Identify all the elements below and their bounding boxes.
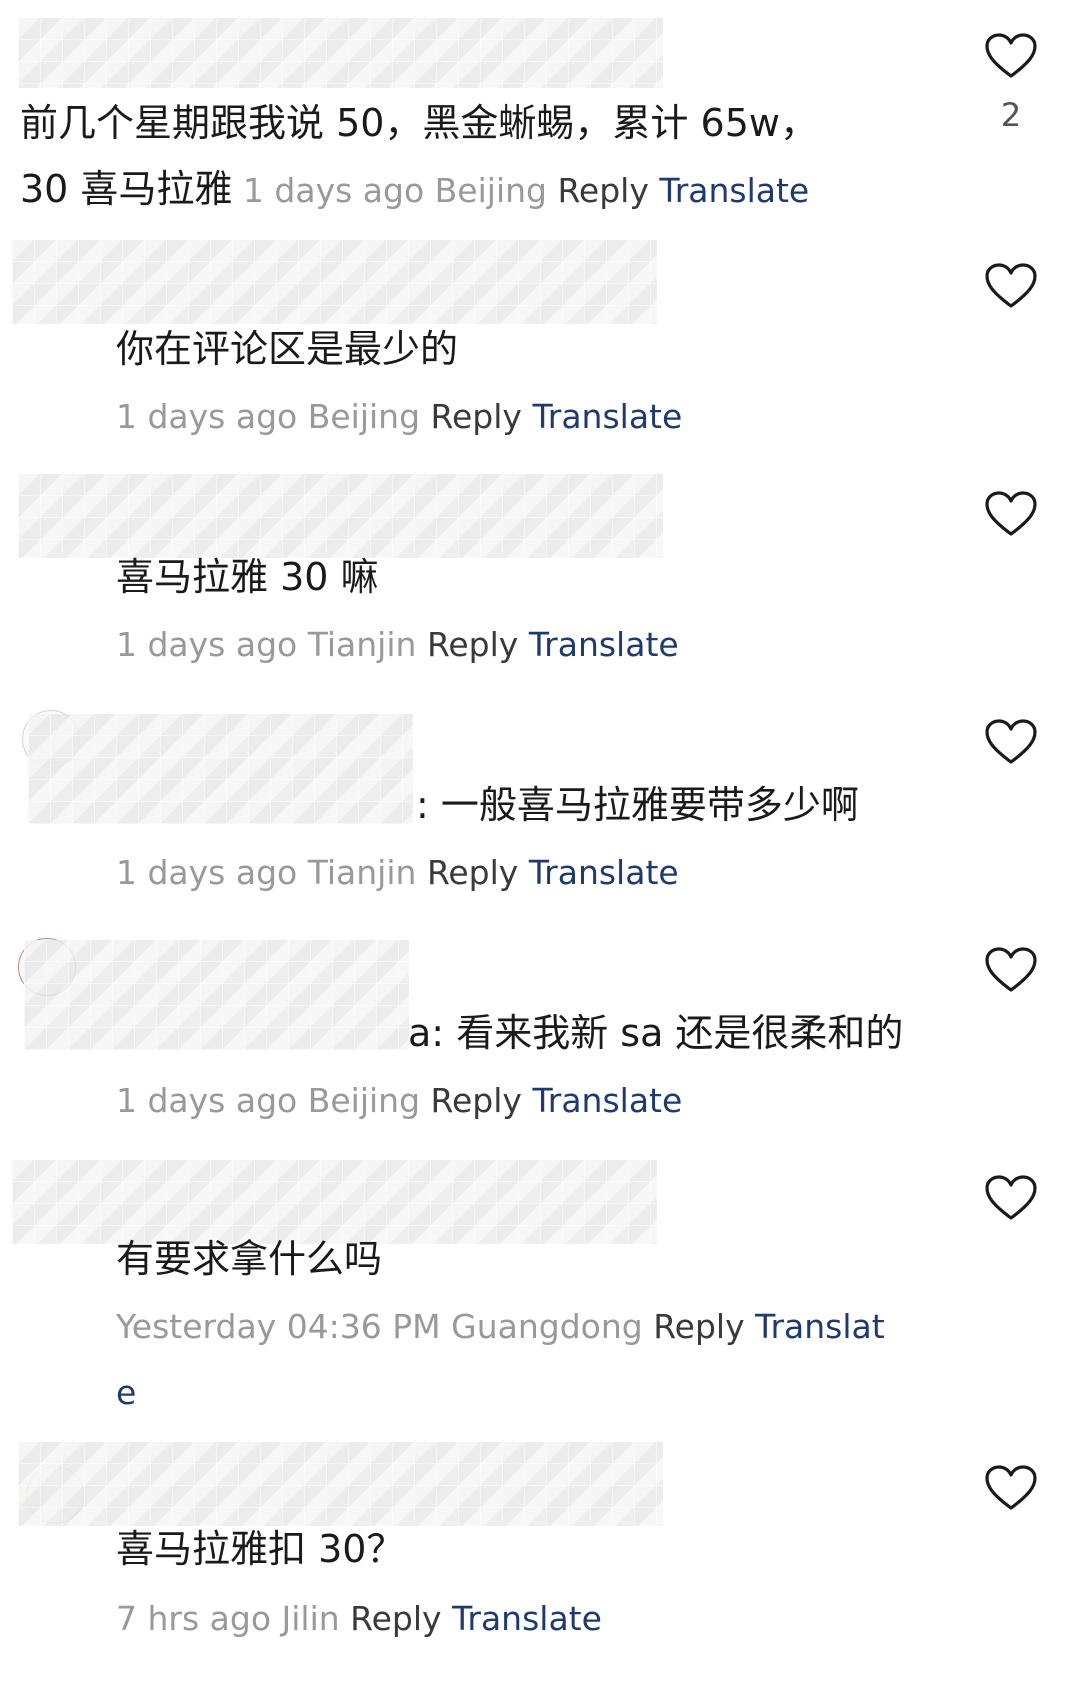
- translate-button[interactable]: Translate: [452, 1599, 602, 1638]
- translate-button[interactable]: Translate: [659, 171, 809, 210]
- comment-text-continued: 30 喜马拉雅: [20, 167, 233, 211]
- comment-location: Jilin: [281, 1599, 340, 1638]
- comment-time: 7 hrs ago: [116, 1599, 272, 1638]
- translate-button[interactable]: Translate: [532, 1081, 682, 1120]
- comment-meta: 1 days ago Tianjin Reply Translate: [116, 840, 679, 906]
- blurred-username: [18, 1442, 663, 1526]
- comment-text: : 一般喜马拉雅要带多少啊: [416, 772, 859, 838]
- comment-location: Beijing: [307, 1081, 421, 1120]
- comment-text: 前几个星期跟我说 50，黑金蜥蜴，累计 65w，: [20, 101, 818, 145]
- comment-meta: 1 days ago Tianjin Reply Translate: [116, 612, 679, 678]
- comment-meta: Yesterday 04:36 PM Guangdong Reply Trans…: [116, 1294, 885, 1360]
- heart-outline-icon[interactable]: [984, 1174, 1038, 1222]
- comment-text: 喜马拉雅扣 30？: [116, 1527, 405, 1571]
- like-count: 2: [1000, 96, 1022, 134]
- reply-button[interactable]: Reply: [427, 853, 518, 892]
- comment-meta: 30 喜马拉雅 1 days ago Beijing Reply Transla…: [20, 156, 809, 224]
- blurred-username: [12, 240, 657, 324]
- comment-time: 1 days ago: [116, 1081, 298, 1120]
- heart-outline-icon[interactable]: [984, 32, 1038, 80]
- comment-time: 1 days ago: [116, 853, 298, 892]
- heart-outline-icon[interactable]: [984, 490, 1038, 538]
- translate-button[interactable]: Translat: [755, 1307, 885, 1346]
- comment-text: 你在评论区是最少的: [116, 327, 459, 371]
- comment-location: Beijing: [434, 171, 547, 210]
- reply-button[interactable]: Reply: [431, 397, 522, 436]
- reply-prefix: a:: [408, 1011, 445, 1055]
- comment-meta: 7 hrs ago Jilin Reply Translate: [116, 1586, 602, 1652]
- comment-body: 一般喜马拉雅要带多少啊: [440, 783, 859, 827]
- translate-button[interactable]: Translate: [529, 625, 679, 664]
- comment-time: Yesterday 04:36 PM: [116, 1307, 441, 1346]
- blurred-username: [28, 714, 413, 824]
- comment-time: 1 days ago: [242, 171, 425, 210]
- reply-button[interactable]: Reply: [653, 1307, 744, 1346]
- comment-location: Beijing: [307, 397, 421, 436]
- reply-button[interactable]: Reply: [350, 1599, 441, 1638]
- comment-location: Tianjin: [307, 853, 417, 892]
- comment-text: 喜马拉雅 30 嘛: [116, 555, 379, 599]
- comment-meta: 1 days ago Beijing Reply Translate: [116, 384, 682, 450]
- blurred-username: [18, 18, 663, 88]
- comment-time: 1 days ago: [116, 397, 298, 436]
- blurred-username: [24, 940, 409, 1050]
- heart-outline-icon[interactable]: [984, 1464, 1038, 1512]
- comment-time: 1 days ago: [116, 625, 298, 664]
- translate-button[interactable]: Translate: [532, 397, 682, 436]
- comment-meta: 1 days ago Beijing Reply Translate: [116, 1068, 682, 1134]
- reply-button[interactable]: Reply: [557, 171, 648, 210]
- comment-body: 看来我新 sa 还是很柔和的: [456, 1011, 904, 1055]
- comment-location: Tianjin: [307, 625, 417, 664]
- comment-text: 有要求拿什么吗: [116, 1237, 383, 1281]
- reply-button[interactable]: Reply: [431, 1081, 522, 1120]
- comment-text: a: 看来我新 sa 还是很柔和的: [408, 1000, 903, 1066]
- heart-outline-icon[interactable]: [984, 718, 1038, 766]
- heart-outline-icon[interactable]: [984, 946, 1038, 994]
- reply-prefix: :: [416, 783, 429, 827]
- reply-button[interactable]: Reply: [427, 625, 518, 664]
- comment-location: Guangdong: [451, 1307, 643, 1346]
- translate-button-wrap[interactable]: e: [116, 1360, 136, 1426]
- translate-button[interactable]: Translate: [529, 853, 679, 892]
- heart-outline-icon[interactable]: [984, 262, 1038, 310]
